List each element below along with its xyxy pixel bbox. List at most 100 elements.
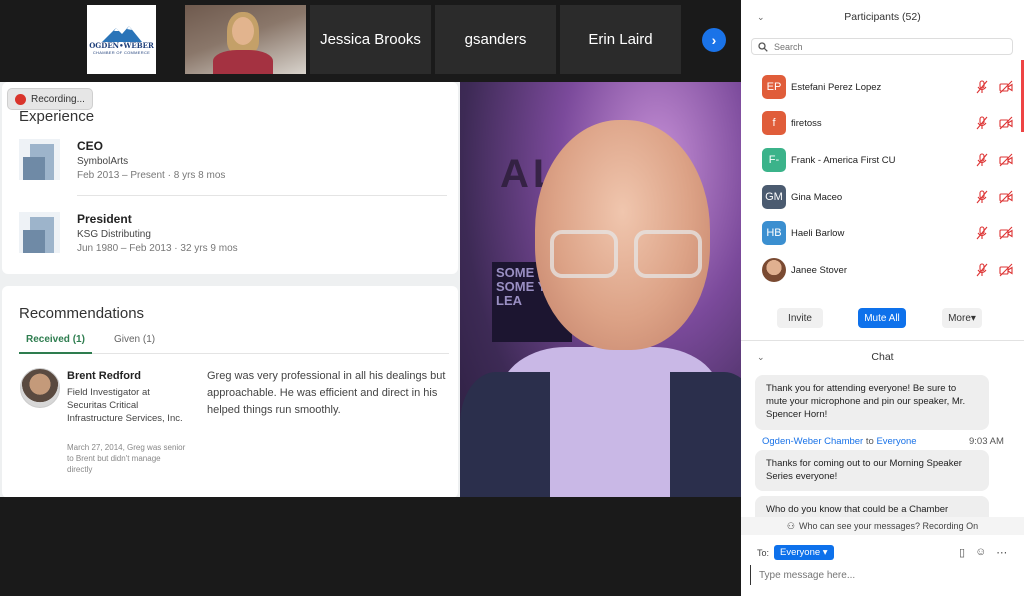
recommendations-card: Recommendations Received (1) Given (1) B…	[2, 286, 458, 497]
recording-label: Recording...	[31, 93, 85, 105]
experience-card: Experience CEO SymbolArts Feb 2013 – Pre…	[2, 82, 458, 274]
experience-role: President	[77, 212, 132, 226]
recommendation-text: Greg was very professional in all his de…	[207, 368, 457, 419]
recommendation-meta: March 27, 2014, Greg was senior to Brent…	[67, 443, 186, 474]
participant-search[interactable]	[751, 38, 1013, 55]
participant-name: Janee Stover	[791, 264, 847, 276]
invite-button[interactable]: Invite	[777, 308, 823, 328]
list-item[interactable]: EP Estefani Perez Lopez	[741, 69, 1024, 105]
chat-message: Thanks for coming out to our Morning Spe…	[755, 450, 989, 491]
chevron-down-icon[interactable]: ⌄	[757, 352, 765, 363]
mic-muted-icon[interactable]	[975, 226, 989, 240]
chamber-logo: OGDEN•WEBER CHAMBER OF COMMERCE	[87, 5, 156, 74]
video-tile-jessica-brooks[interactable]: Jessica Brooks	[310, 5, 431, 74]
more-icon[interactable]: ⋯	[996, 546, 1007, 559]
experience-title: Experience	[19, 108, 95, 125]
recommender-title: Field Investigator at Securitas Critical…	[67, 387, 183, 424]
mic-muted-icon[interactable]	[975, 80, 989, 94]
chat-tools: ▯ ☺ ⋯	[959, 546, 1007, 559]
list-item[interactable]: f firetoss	[741, 105, 1024, 141]
divider	[741, 340, 1024, 341]
mute-all-button[interactable]: Mute All	[858, 308, 906, 328]
video-off-icon[interactable]	[999, 226, 1013, 240]
avatar: GM	[762, 185, 786, 209]
participant-name: Gina Maceo	[791, 191, 843, 203]
participants-title: Participants (52)	[844, 11, 921, 23]
experience-role: CEO	[77, 139, 104, 153]
search-input[interactable]	[774, 41, 974, 52]
people-icon: ⚇	[786, 520, 795, 531]
participant-name: Estefani Perez Lopez	[791, 81, 882, 93]
meeting-area: OGDEN•WEBER CHAMBER OF COMMERCE Jessica …	[0, 0, 741, 596]
recommendation-line: approachable. He was efficient and direc…	[207, 387, 438, 399]
speaker-video[interactable]: ALT SOME YOU SOME YOU LEA	[460, 82, 741, 497]
logo-line2: CHAMBER OF COMMERCE	[92, 50, 151, 55]
avatar: HB	[762, 221, 786, 245]
cloud-record-icon	[15, 93, 26, 105]
recommendation-line: helped things run smoothly.	[207, 404, 341, 416]
experience-dates: Jun 1980 – Feb 2013 · 32 yrs 9 mos	[77, 243, 238, 254]
more-button[interactable]: More▾	[942, 308, 982, 328]
avatar	[762, 258, 786, 282]
sender-to-word: to	[865, 436, 874, 447]
experience-item: President KSG Distributing Jun 1980 – Fe…	[19, 212, 439, 257]
mic-muted-icon[interactable]	[975, 263, 989, 277]
recommendations-title: Recommendations	[19, 305, 145, 322]
video-off-icon[interactable]	[999, 190, 1013, 204]
tab-received[interactable]: Received (1)	[26, 334, 85, 345]
experience-dates: Feb 2013 – Present · 8 yrs 8 mos	[77, 170, 226, 181]
recipient-dropdown[interactable]: Everyone ▾	[774, 545, 834, 560]
experience-item: CEO SymbolArts Feb 2013 – Present · 8 yr…	[19, 139, 439, 184]
chevron-down-icon[interactable]: ⌄	[757, 12, 765, 23]
file-icon[interactable]: ▯	[959, 546, 965, 559]
speaker-glasses	[550, 230, 710, 280]
tab-given[interactable]: Given (1)	[114, 334, 155, 345]
video-tile-gsanders[interactable]: gsanders	[435, 5, 556, 74]
video-off-icon[interactable]	[999, 116, 1013, 130]
video-off-icon[interactable]	[999, 80, 1013, 94]
logo-line1: OGDEN•WEBER	[89, 41, 154, 50]
sender-recipient[interactable]: Everyone	[876, 436, 916, 447]
list-item[interactable]: GM Gina Maceo	[741, 179, 1024, 215]
mic-muted-icon[interactable]	[975, 190, 989, 204]
avatar: F-	[762, 148, 786, 172]
speaker-jacket	[460, 372, 550, 497]
experience-company: KSG Distributing	[77, 229, 151, 240]
gallery-strip: OGDEN•WEBER CHAMBER OF COMMERCE Jessica …	[60, 5, 681, 74]
recommender-name[interactable]: Brent Redford	[67, 370, 141, 382]
mountain-logo-icon	[101, 26, 142, 42]
message-input[interactable]	[750, 565, 1014, 585]
speaker-jacket	[670, 372, 741, 497]
participant-name: Haeli Barlow	[791, 227, 845, 239]
avatar[interactable]	[20, 368, 60, 408]
side-panel: ⌄ Participants (52) EP Estefani Perez Lo…	[741, 0, 1024, 596]
list-item[interactable]: F- Frank - America First CU	[741, 142, 1024, 178]
recording-badge[interactable]: Recording...	[8, 89, 92, 109]
sender-name[interactable]: Ogden-Weber Chamber	[762, 436, 863, 447]
mic-muted-icon[interactable]	[975, 153, 989, 167]
video-off-icon[interactable]	[999, 263, 1013, 277]
mic-muted-icon[interactable]	[975, 116, 989, 130]
chat-message: Thank you for attending everyone! Be sur…	[755, 375, 989, 430]
chevron-right-icon[interactable]: ›	[702, 28, 726, 52]
video-tile-chamber[interactable]: OGDEN•WEBER CHAMBER OF COMMERCE	[60, 5, 181, 74]
experience-company: SymbolArts	[77, 156, 129, 167]
chat-message: Who do you know that could be a Chamber	[755, 496, 989, 517]
video-off-icon[interactable]	[999, 153, 1013, 167]
search-icon	[758, 41, 768, 52]
list-item[interactable]: Janee Stover	[741, 252, 1024, 288]
participant-name: firetoss	[791, 117, 822, 129]
chat-header: ⌄ Chat	[741, 342, 1024, 372]
divider	[77, 195, 447, 196]
emoji-icon[interactable]: ☺	[975, 546, 986, 559]
list-item[interactable]: HB Haeli Barlow	[741, 215, 1024, 251]
participants-header: ⌄ Participants (52)	[741, 2, 1024, 32]
message-time: 9:03 AM	[969, 436, 1004, 447]
recommendation-line: Greg was very professional in all his de…	[207, 370, 446, 382]
recipient-row: To: Everyone ▾	[757, 545, 834, 560]
video-tile-participant[interactable]	[185, 5, 306, 74]
video-tile-erin-laird[interactable]: Erin Laird	[560, 5, 681, 74]
visibility-text: Who can see your messages? Recording On	[798, 521, 979, 531]
visibility-notice[interactable]: ⚇ Who can see your messages? Recording O…	[741, 517, 1024, 535]
participant-actions: Invite Mute All More▾	[741, 308, 1024, 330]
